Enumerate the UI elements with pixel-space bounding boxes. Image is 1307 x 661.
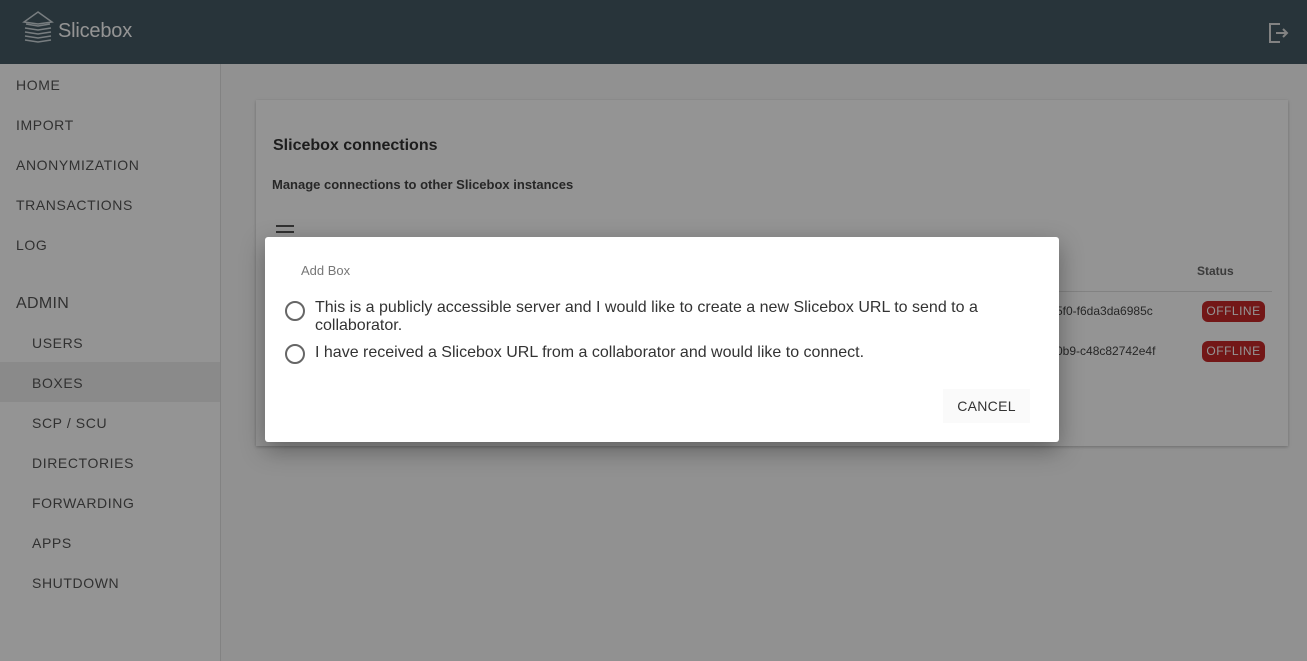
- option-create-url[interactable]: This is a publicly accessible server and…: [285, 299, 1005, 335]
- option-label: I have received a Slicebox URL from a co…: [315, 344, 865, 361]
- dialog-title: Add Box: [301, 263, 351, 278]
- option-connect-url[interactable]: I have received a Slicebox URL from a co…: [285, 344, 1005, 364]
- add-box-dialog: Add Box This is a publicly accessible se…: [265, 237, 1059, 442]
- radio-button[interactable]: [285, 301, 305, 321]
- radio-button[interactable]: [285, 344, 305, 364]
- cancel-button[interactable]: CANCEL: [943, 389, 1030, 423]
- option-label: This is a publicly accessible server and…: [315, 299, 978, 334]
